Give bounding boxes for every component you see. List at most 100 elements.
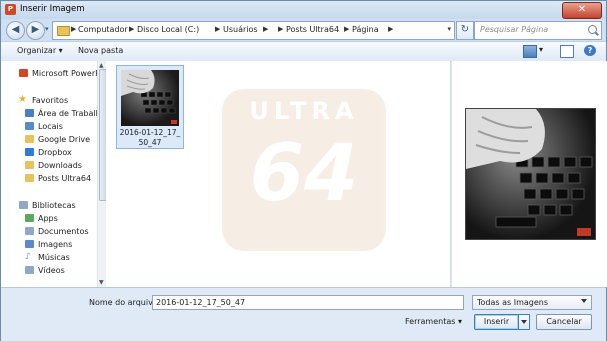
scroll-up-icon[interactable]: ▲ (99, 62, 104, 69)
chevron-down-icon[interactable] (581, 299, 587, 303)
scroll-down-icon[interactable]: ▼ (99, 279, 104, 286)
watermark-text: ULTRA (249, 97, 359, 125)
file-type-filter-value: Todas as Imagens (477, 298, 549, 307)
sidebar-item-dropbox[interactable]: Dropbox (1, 147, 97, 159)
images-icon (25, 240, 34, 248)
sidebar-item-favoritos[interactable]: ★ Favoritos (1, 94, 97, 107)
navigation-pane: Microsoft PowerPoint ★ Favoritos Área de… (1, 61, 97, 287)
sidebar-item-label: Apps (38, 214, 58, 223)
chevron-right-icon[interactable]: ▶ (129, 25, 134, 33)
watermark-number: 64 (249, 129, 359, 219)
sidebar-item-posts-ultra64[interactable]: Posts Ultra64 (1, 173, 97, 185)
chevron-down-icon[interactable]: ▾ (447, 25, 451, 33)
sidebar-item-area-de-trabalho[interactable]: Área de Trabalho (1, 108, 97, 120)
chevron-down-icon[interactable]: ▾ (539, 45, 543, 54)
star-icon: ★ (18, 94, 27, 105)
address-bar[interactable]: ▶ Computador ▶ Disco Local (C:) ▶ Usuári… (52, 21, 455, 40)
powerpoint-icon (19, 69, 28, 77)
sidebar-item-label: Microsoft PowerPoint (32, 69, 97, 78)
sidebar-item-label: Vídeos (38, 266, 65, 275)
breadcrumb-posts-ultra64[interactable]: Posts Ultra64 (286, 25, 339, 34)
sidebar-item-label: Downloads (38, 161, 82, 170)
breadcrumb-computador[interactable]: Computador (78, 25, 128, 34)
keyboard-photo-thumbnail (121, 70, 177, 124)
chevron-right-icon[interactable]: ▶ (215, 25, 220, 33)
sidebar-item-videos[interactable]: Vídeos (1, 265, 97, 277)
preview-pane-icon[interactable] (560, 45, 574, 58)
music-icon: ♪ (25, 252, 31, 262)
sidebar-item-downloads[interactable]: Downloads (1, 160, 97, 172)
folder-icon (57, 26, 70, 36)
close-button[interactable]: ✕ (562, 2, 602, 19)
breadcrumb-usuarios[interactable]: Usuários (223, 25, 258, 34)
desktop-icon (25, 109, 34, 117)
back-button[interactable]: ◀ (6, 21, 25, 40)
sidebar-item-google-drive[interactable]: Google Drive (1, 134, 97, 146)
file-item[interactable]: 2016-01-12_17_50_47 (116, 65, 184, 149)
recent-locations-dropdown[interactable]: ▾ (45, 25, 49, 33)
search-icon[interactable] (588, 25, 597, 34)
breadcrumb-pagina[interactable]: Página (352, 25, 379, 34)
sidebar-item-label: Favoritos (32, 96, 69, 105)
videos-icon (25, 266, 34, 274)
refresh-button[interactable]: ↻ (456, 21, 474, 40)
insert-options-dropdown[interactable] (518, 314, 530, 330)
ultra64-watermark-logo: ULTRA 64 (222, 89, 386, 251)
chevron-right-icon[interactable]: ▶ (344, 25, 349, 33)
file-thumbnail (121, 70, 179, 126)
google-drive-icon (25, 135, 34, 143)
view-options-icon[interactable] (523, 45, 537, 58)
preview-pane (451, 61, 607, 287)
sidebar-item-apps[interactable]: Apps (1, 213, 97, 225)
new-folder-button[interactable]: Nova pasta (78, 46, 123, 55)
organize-menu[interactable]: Organizar ▾ (17, 46, 63, 55)
chevron-down-icon (521, 320, 527, 324)
sidebar-item-label: Documentos (38, 227, 89, 236)
sidebar-item-locais[interactable]: Locais (1, 121, 97, 133)
insert-image-dialog: P Inserir Imagem ✕ ◀ ▶ ▾ ▶ Computador ▶ … (0, 0, 607, 341)
dialog-title: Inserir Imagem (20, 4, 85, 14)
sidebar-item-label: Músicas (38, 253, 70, 262)
keyboard-photo-preview (466, 109, 593, 236)
dropbox-icon (25, 148, 34, 156)
sidebar-item-bibliotecas[interactable]: Bibliotecas (1, 200, 97, 212)
file-type-filter[interactable]: Todas as Imagens (472, 295, 592, 310)
powerpoint-app-icon: P (5, 4, 16, 15)
navigation-pane-scrollbar[interactable]: ▲ ▼ (97, 61, 107, 287)
chevron-right-icon[interactable]: ▶ (263, 25, 268, 33)
cancel-button[interactable]: Cancelar (536, 314, 592, 330)
apps-icon (25, 214, 34, 222)
title-bar[interactable]: P Inserir Imagem ✕ (1, 1, 606, 19)
sidebar-item-label: Bibliotecas (32, 201, 76, 210)
sidebar-item-label: Área de Trabalho (38, 109, 97, 118)
filename-value[interactable]: 2016-01-12_17_50_47 (156, 298, 245, 307)
forward-button[interactable]: ▶ (26, 21, 45, 40)
places-icon (25, 122, 34, 130)
downloads-icon (25, 161, 34, 169)
sidebar-item-imagens[interactable]: Imagens (1, 239, 97, 251)
search-input[interactable]: Pesquisar Página (480, 25, 548, 34)
documents-icon (25, 227, 34, 235)
file-name: 2016-01-12_17_50_47 (119, 128, 181, 147)
sidebar-item-musicas[interactable]: ♪ Músicas (1, 252, 97, 264)
insert-button[interactable]: Inserir (474, 314, 519, 330)
library-icon (19, 201, 28, 209)
sidebar-item-documentos[interactable]: Documentos (1, 226, 97, 238)
chevron-right-icon[interactable]: ▶ (71, 25, 76, 33)
file-list-area[interactable]: ULTRA 64 2016-01-12_17_50_47 (106, 61, 450, 287)
breadcrumb-disco-local[interactable]: Disco Local (C:) (137, 25, 199, 34)
folder-icon (25, 174, 34, 182)
chevron-right-icon[interactable]: ▶ (388, 25, 393, 33)
sidebar-item-label: Imagens (38, 240, 73, 249)
chevron-right-icon[interactable]: ▶ (278, 25, 283, 33)
filename-label: Nome do arquivo: (89, 298, 161, 307)
sidebar-item-label: Google Drive (38, 135, 91, 144)
navigation-bar: ◀ ▶ ▾ ▶ Computador ▶ Disco Local (C:) ▶ … (1, 19, 606, 41)
tools-menu[interactable]: Ferramentas ▾ (405, 317, 462, 326)
sidebar-item-powerpoint[interactable]: Microsoft PowerPoint (1, 68, 97, 80)
image-preview (465, 108, 596, 240)
help-icon[interactable]: ? (584, 45, 596, 56)
sidebar-item-label: Locais (38, 122, 63, 131)
search-box[interactable]: Pesquisar Página (474, 21, 602, 40)
filename-field[interactable]: 2016-01-12_17_50_47 (152, 295, 464, 310)
